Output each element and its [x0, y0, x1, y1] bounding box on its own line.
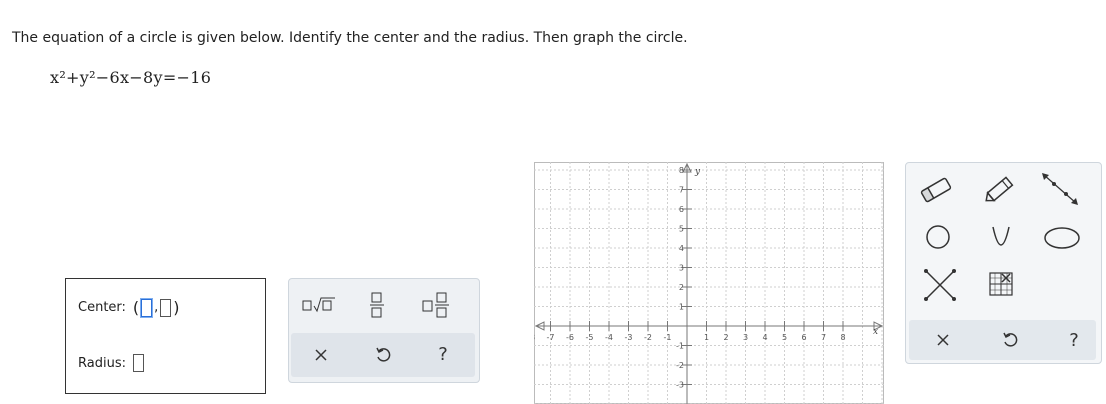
- y-tick-label: -2: [676, 361, 684, 370]
- keypad-clear-button[interactable]: [307, 343, 335, 367]
- undo-icon: [376, 347, 391, 362]
- center-label: Center:: [78, 300, 126, 315]
- ellipse-button[interactable]: [1042, 225, 1084, 251]
- center-row: Center: ( , ): [78, 298, 181, 317]
- radius-label: Radius:: [78, 355, 126, 371]
- y-tick-label: 1: [679, 303, 684, 312]
- toolbox-undo-button[interactable]: [1001, 331, 1019, 349]
- no-solution-button[interactable]: [922, 267, 958, 303]
- x-tick-label: -4: [605, 333, 613, 342]
- x-tick-label: 6: [801, 333, 806, 342]
- open-paren: (: [132, 298, 140, 317]
- y-tick-label: -3: [676, 381, 684, 390]
- parabola-button[interactable]: [988, 223, 1014, 251]
- question-prompt: The equation of a circle is given below.…: [12, 30, 688, 46]
- answer-box: Center: ( , ) Radius:: [65, 278, 266, 394]
- x-tick-label: 8: [840, 333, 845, 342]
- y-tick-label: 7: [679, 186, 684, 195]
- undo-icon: [1003, 332, 1018, 347]
- eraser-icon: [920, 177, 952, 203]
- keypad-help-button[interactable]: ?: [429, 339, 457, 369]
- x-tick-label: -2: [644, 333, 652, 342]
- x-tick-label: -1: [664, 333, 672, 342]
- y-axis-label: y: [694, 167, 701, 177]
- y-tick-label: 8: [679, 166, 684, 175]
- fraction-icon: [370, 292, 384, 318]
- graph-border: [534, 162, 884, 404]
- x-tick-label: -5: [586, 333, 594, 342]
- mixed-number-icon: [422, 292, 449, 318]
- x-tick-label: 1: [704, 333, 709, 342]
- no-solution-icon: [924, 269, 956, 301]
- eraser-button[interactable]: [918, 175, 954, 205]
- x-axis-label: x: [873, 327, 878, 337]
- y-tick-label: 2: [679, 283, 684, 292]
- radius-row: Radius:: [78, 354, 145, 372]
- sqrt-button[interactable]: [301, 291, 337, 319]
- y-tick-label: 6: [679, 205, 684, 214]
- circle-icon: [926, 225, 950, 249]
- x-tick-label: -8: [534, 333, 535, 342]
- pencil-icon: [985, 176, 1014, 202]
- pencil-button[interactable]: [982, 173, 1018, 205]
- center-x-input[interactable]: [141, 298, 153, 317]
- y-tick-labels: 8 7 6 5 4 3 2 1 -1 -2 -3: [676, 166, 684, 390]
- graph-toolbox: ?: [905, 162, 1102, 364]
- radius-input[interactable]: [132, 354, 144, 372]
- fraction-button[interactable]: [365, 289, 389, 321]
- graph-axes: [534, 162, 884, 404]
- region-icon: [989, 272, 1013, 296]
- close-paren: ): [173, 298, 180, 317]
- ellipse-icon: [1044, 227, 1080, 249]
- y-tick-label: 3: [679, 264, 684, 273]
- keypad-undo-button[interactable]: [369, 343, 397, 367]
- clear-icon: [315, 349, 327, 361]
- y-tick-label: 4: [679, 244, 684, 253]
- x-tick-label: 4: [762, 333, 767, 342]
- coordinate-graph[interactable]: -8-7-6-5-4-3-2-112345678 87654321-1-2-3 …: [534, 162, 884, 404]
- toolbox-clear-button[interactable]: [935, 332, 951, 348]
- math-keypad: ?: [288, 278, 480, 383]
- center-y-input[interactable]: [160, 298, 172, 317]
- parabola-icon: [992, 226, 1010, 246]
- x-tick-label: -6: [566, 333, 574, 342]
- y-tick-label: -1: [676, 342, 684, 351]
- x-tick-label: 7: [821, 333, 826, 342]
- x-tick-label: 2: [723, 333, 728, 342]
- sqrt-icon: [302, 297, 335, 313]
- x-tick-label: 3: [743, 333, 748, 342]
- line-icon: [1042, 173, 1078, 205]
- graph-grid: [534, 162, 884, 404]
- toolbox-help-button[interactable]: ?: [1062, 326, 1086, 354]
- x-tick-label: -3: [625, 333, 633, 342]
- clear-icon: [937, 334, 949, 346]
- help-icon: ?: [1069, 329, 1079, 351]
- comma: ,: [154, 300, 159, 315]
- region-button[interactable]: [988, 271, 1016, 299]
- mixed-number-button[interactable]: [419, 289, 453, 321]
- keypad-action-bar: ?: [291, 333, 475, 377]
- y-tick-label: 5: [679, 225, 684, 234]
- circle-button[interactable]: [924, 221, 954, 253]
- x-tick-label: 5: [782, 333, 787, 342]
- help-icon: ?: [438, 343, 448, 365]
- line-button[interactable]: [1040, 171, 1080, 207]
- x-tick-label: -7: [547, 333, 555, 342]
- toolbox-action-bar: ?: [909, 320, 1096, 360]
- x-tick-labels: -8 -7 -6 -5 -4 -3 -2 -1 1 2 3 4 5 6 7 8: [534, 333, 846, 342]
- circle-equation: x²+y²−6x−8y=−16: [50, 68, 212, 87]
